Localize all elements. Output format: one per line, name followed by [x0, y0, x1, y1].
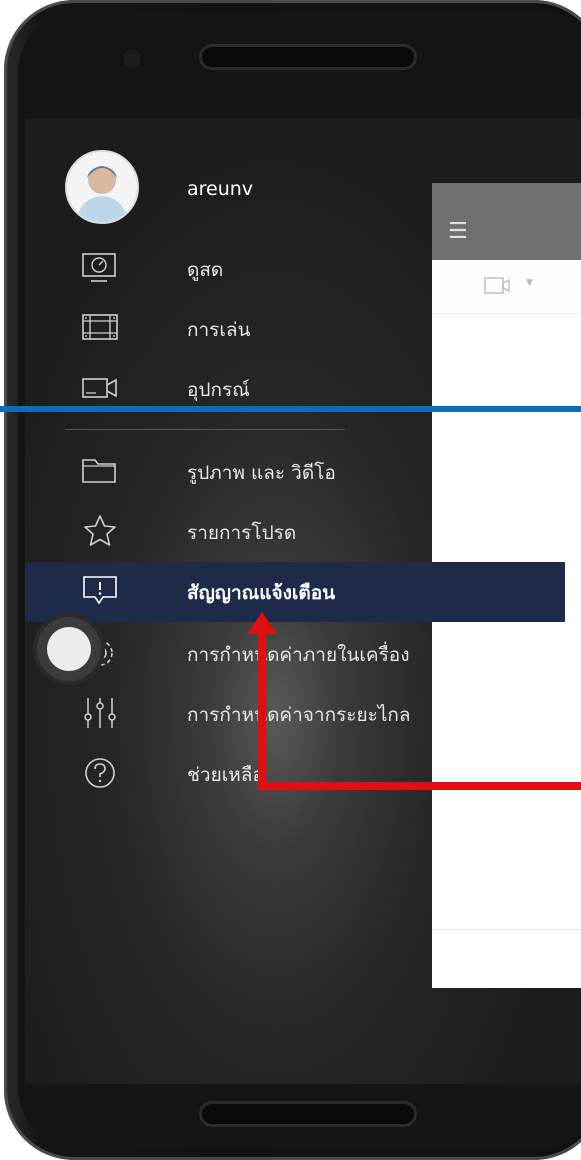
- bottom-speaker: [202, 1104, 414, 1124]
- assistive-touch-button[interactable]: [37, 617, 101, 681]
- chevron-down-icon[interactable]: ▼: [526, 278, 533, 288]
- sidebar-item-label: สัญญาณแจ้งเตือน: [187, 582, 336, 604]
- sidebar-item-photos-videos[interactable]: รูปภาพ และ วิดีโอ: [25, 442, 432, 502]
- content-toolbar: ▼: [432, 260, 581, 314]
- sidebar-item-alarm[interactable]: สัญญาณแจ้งเตือน: [25, 562, 565, 622]
- username: areunv: [187, 178, 254, 200]
- sidebar-item-label: การกำหนดค่าจากระยะไกล: [187, 704, 411, 726]
- folder-icon: [82, 459, 116, 483]
- content-divider: [432, 929, 581, 930]
- front-camera: [121, 48, 143, 70]
- star-icon: [84, 515, 116, 546]
- sidebar-item-help[interactable]: ช่วยเหลือ: [25, 744, 432, 804]
- screen: ☰ ▼ areunv ดูสด การเล่น อุปกรณ์ รูปภาพ แ…: [25, 118, 581, 1084]
- help-icon: [85, 758, 115, 788]
- assistive-touch-dot: [47, 627, 91, 671]
- hamburger-icon[interactable]: ☰: [448, 220, 472, 244]
- sidebar-item-label: ดูสด: [187, 259, 224, 281]
- sidebar-item-playback[interactable]: การเล่น: [25, 299, 432, 359]
- sidebar-item-favorites[interactable]: รายการโปรด: [25, 502, 432, 562]
- alert-message-icon: [83, 576, 117, 605]
- content-header: ☰: [432, 183, 581, 260]
- top-speaker: [202, 47, 414, 67]
- camera-icon: [82, 378, 117, 398]
- sidebar-item-label: อุปกรณ์: [187, 379, 250, 401]
- annotation-blue-line: [0, 406, 581, 412]
- sidebar-item-label: ช่วยเหลือ: [187, 764, 264, 786]
- sidebar-item-label: การเล่น: [187, 319, 251, 341]
- video-camera-icon[interactable]: [484, 277, 510, 294]
- sidebar-item-label: การกำหนดค่าภายในเครื่อง: [187, 644, 410, 666]
- sidebar-item-label: รูปภาพ และ วิดีโอ: [187, 462, 336, 484]
- menu-divider: [65, 429, 345, 430]
- sidebar-item-label: รายการโปรด: [187, 522, 297, 544]
- sidebar-item-live-view[interactable]: ดูสด: [25, 239, 432, 299]
- film-icon: [82, 314, 118, 340]
- sliders-icon: [84, 698, 116, 728]
- sidebar-item-remote-settings[interactable]: การกำหนดค่าจากระยะไกล: [25, 684, 432, 744]
- avatar[interactable]: [65, 150, 139, 224]
- monitor-icon: [82, 253, 116, 282]
